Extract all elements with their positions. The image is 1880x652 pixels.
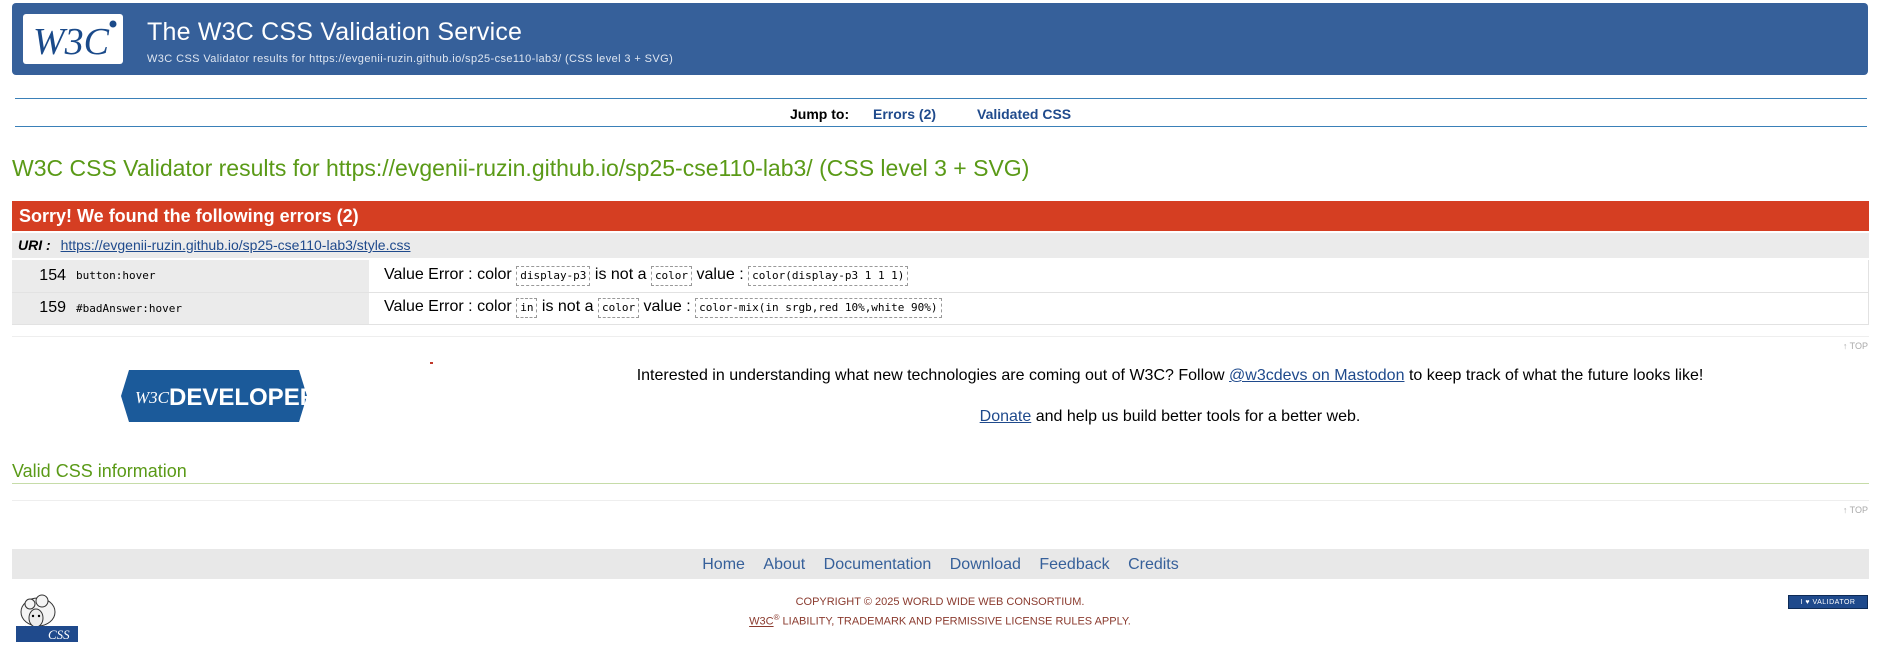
error-token: in	[516, 298, 538, 318]
svg-text:CSS: CSS	[48, 627, 70, 642]
uri-label: URI :	[18, 237, 51, 253]
permissive-license-link[interactable]: PERMISSIVE LICENSE	[935, 616, 1052, 628]
back-to-top-link[interactable]: ↑ TOP	[1843, 341, 1868, 351]
donate-link[interactable]: Donate	[980, 408, 1032, 425]
error-prefix: Value Error : color	[384, 265, 512, 283]
line-number: 159	[12, 292, 72, 325]
table-row: 154 button:hover Value Error : color dis…	[12, 260, 1869, 293]
svg-text:DEVELOPERS: DEVELOPERS	[169, 384, 307, 411]
uri-row: URI : https://evgenii-ruzin.github.io/sp…	[12, 233, 1869, 258]
header-banner: W3C The W3C CSS Validation Service W3C C…	[12, 3, 1868, 75]
donate-line: Donate and help us build better tools fo…	[979, 408, 1361, 425]
back-to-top-link[interactable]: ↑ TOP	[1843, 505, 1868, 515]
service-title: The W3C CSS Validation Service	[147, 18, 523, 46]
svg-text:W3C: W3C	[33, 21, 110, 63]
error-context: #badAnswer:hover	[72, 292, 369, 325]
w3c-consortium-link[interactable]: WORLD WIDE WEB CONSORTIUM	[903, 596, 1082, 608]
section-divider	[12, 500, 1869, 501]
error-prefix: Value Error : color	[384, 298, 512, 315]
error-token: display-p3	[516, 265, 591, 286]
error-message: Value Error : color display-p3 is not a …	[369, 260, 1869, 293]
w3c-link[interactable]: W3C	[749, 616, 773, 628]
uri-link[interactable]: https://evgenii-ruzin.github.io/sp25-cse…	[61, 237, 411, 253]
footer-feedback-link[interactable]: Feedback	[1039, 556, 1109, 573]
error-text: is not a	[541, 298, 594, 315]
error-token: color	[597, 298, 640, 318]
liability-link[interactable]: LIABILITY	[783, 616, 832, 628]
jump-errors-link[interactable]: Errors (2)	[873, 106, 936, 122]
results-heading: W3C CSS Validator results for https://ev…	[12, 155, 1030, 181]
error-context: button:hover	[72, 260, 369, 293]
valid-css-heading: Valid CSS information	[12, 461, 1869, 484]
errors-header: Sorry! We found the following errors (2)	[12, 201, 1869, 231]
error-text: value :	[643, 298, 691, 315]
section-divider	[12, 336, 1869, 337]
error-value: color(display-p3 1 1 1)	[748, 265, 909, 286]
w3c-logo[interactable]: W3C	[23, 14, 123, 64]
error-message: Value Error : color in is not a color va…	[369, 292, 1869, 325]
error-token: color	[650, 265, 693, 286]
license-line: W3C® LIABILITY, TRADEMARK AND PERMISSIVE…	[749, 613, 1131, 628]
table-row: 159 #badAnswer:hover Value Error : color…	[12, 292, 1869, 325]
footer-documentation-link[interactable]: Documentation	[824, 556, 932, 573]
decorative-dot	[430, 362, 433, 364]
footer-home-link[interactable]: Home	[702, 556, 745, 573]
error-text: value :	[696, 265, 744, 283]
jump-validated-css-link[interactable]: Validated CSS	[977, 106, 1071, 122]
line-number: 154	[12, 260, 72, 293]
error-value: color-mix(in srgb,red 10%,white 90%)	[695, 298, 942, 318]
copyright: COPYRIGHT © 2025 WORLD WIDE WEB CONSORTI…	[795, 596, 1085, 608]
footer-nav: Home About Documentation Download Feedba…	[12, 549, 1869, 579]
service-subtitle: W3C CSS Validator results for https://ev…	[147, 53, 674, 65]
jump-to-bar: Jump to: Errors (2) Validated CSS	[15, 98, 1867, 127]
i-love-validator-badge[interactable]: I ♥ VALIDATOR	[1788, 595, 1868, 609]
footer-about-link[interactable]: About	[763, 556, 805, 573]
footer-credits-link[interactable]: Credits	[1128, 556, 1179, 573]
promo-text: Interested in understanding what new tec…	[636, 367, 1704, 384]
svg-text:W3C: W3C	[135, 388, 170, 407]
trademark-link[interactable]: TRADEMARK	[837, 616, 906, 628]
mastodon-link[interactable]: @w3cdevs on Mastodon	[1229, 367, 1404, 384]
error-table: 154 button:hover Value Error : color dis…	[12, 260, 1869, 325]
jump-label: Jump to:	[790, 106, 850, 122]
footer-download-link[interactable]: Download	[950, 556, 1021, 573]
error-text: is not a	[594, 265, 647, 283]
